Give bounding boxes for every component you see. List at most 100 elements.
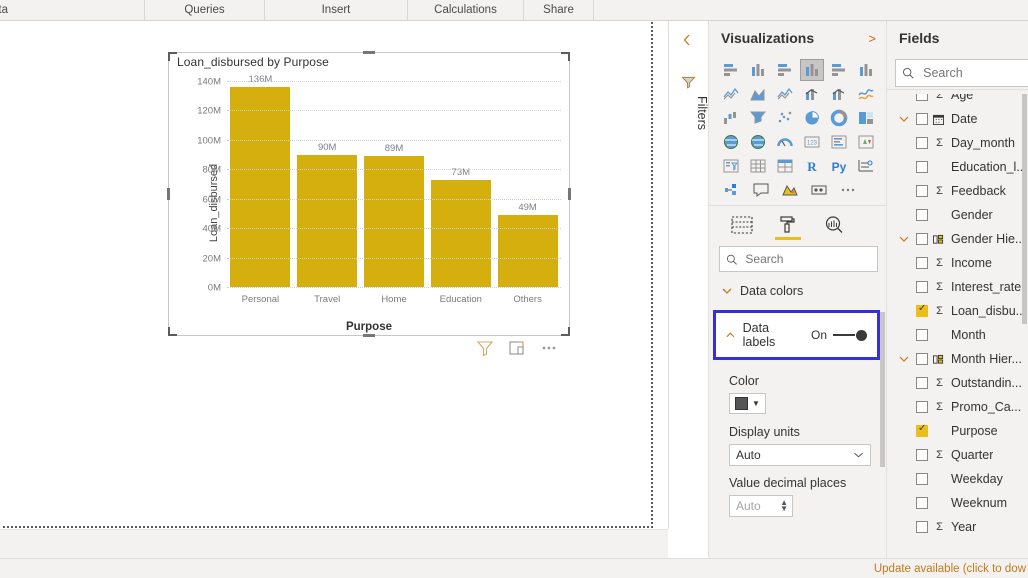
field-item-month-hier[interactable]: Month Hier...	[887, 347, 1028, 371]
field-checkbox[interactable]	[916, 94, 928, 101]
arcgis-map-icon[interactable]	[777, 179, 803, 201]
r-script-visual-icon[interactable]: R	[800, 155, 824, 177]
field-item-day-month[interactable]: ΣDay_month	[887, 131, 1028, 155]
ribbon-group-calculations[interactable]: Calculations	[408, 0, 524, 20]
display-units-select[interactable]: Auto	[729, 444, 871, 466]
qna-icon[interactable]	[748, 179, 774, 201]
field-checkbox[interactable]	[916, 233, 928, 245]
field-checkbox[interactable]	[916, 161, 928, 173]
bar-chart-visual[interactable]: Loan_disbursed by Purpose Loan_disbursed…	[168, 52, 570, 336]
filter-icon[interactable]	[476, 339, 494, 357]
resize-handle-top-left[interactable]	[168, 52, 177, 61]
funnel-chart-icon[interactable]	[746, 107, 770, 129]
fields-pane-scrollbar[interactable]	[1022, 94, 1027, 324]
python-visual-icon[interactable]: Py	[827, 155, 851, 177]
bar-column[interactable]: 89M	[364, 81, 424, 287]
data-labels-toggle[interactable]: On	[811, 328, 867, 342]
table-icon[interactable]	[746, 155, 770, 177]
fields-search-box[interactable]	[895, 59, 1028, 87]
format-section-data-labels[interactable]: Data labels On	[716, 313, 877, 357]
paginated-report-icon[interactable]	[806, 179, 832, 201]
field-item-income[interactable]: ΣIncome	[887, 251, 1028, 275]
clustered-bar-chart-icon[interactable]	[773, 59, 797, 81]
fields-tab[interactable]	[727, 212, 757, 238]
value-decimal-places-stepper[interactable]: Auto ▲ ▼	[729, 495, 793, 517]
field-item-purpose[interactable]: Purpose	[887, 419, 1028, 443]
visualizations-collapse-chevron-icon[interactable]: >	[868, 31, 876, 46]
field-item-date[interactable]: Date	[887, 107, 1028, 131]
field-item-education-l[interactable]: Education_l...	[887, 155, 1028, 179]
field-checkbox[interactable]	[916, 353, 928, 365]
resize-handle-top[interactable]	[363, 51, 375, 54]
more-visuals-icon[interactable]	[835, 179, 861, 201]
waterfall-chart-icon[interactable]	[719, 107, 743, 129]
field-checkbox[interactable]	[916, 281, 928, 293]
ribbon-group-share[interactable]: Share	[524, 0, 594, 20]
field-checkbox[interactable]	[916, 329, 928, 341]
line-clustered-column-chart-icon[interactable]	[827, 83, 851, 105]
field-checkbox[interactable]	[916, 449, 928, 461]
field-checkbox[interactable]	[916, 473, 928, 485]
update-available-link[interactable]: Update available (click to dow	[874, 563, 1026, 575]
stacked-area-chart-icon[interactable]	[773, 83, 797, 105]
report-canvas[interactable]: Loan_disbursed by Purpose Loan_disbursed…	[0, 21, 668, 529]
field-checkbox[interactable]	[916, 377, 928, 389]
line-stacked-column-chart-icon[interactable]	[800, 83, 824, 105]
stepper-down-icon[interactable]: ▼	[780, 506, 788, 512]
treemap-icon[interactable]	[854, 107, 878, 129]
stepper-arrows[interactable]: ▲ ▼	[780, 500, 788, 512]
filters-collapse-chevron-icon[interactable]	[681, 33, 693, 47]
field-checkbox[interactable]	[916, 521, 928, 533]
field-item-feedback[interactable]: ΣFeedback	[887, 179, 1028, 203]
format-search-box[interactable]	[719, 246, 878, 272]
field-item-weeknum[interactable]: Weeknum	[887, 491, 1028, 515]
pie-chart-icon[interactable]	[800, 107, 824, 129]
field-checkbox[interactable]	[916, 305, 928, 317]
bar-column[interactable]: 136M	[230, 81, 290, 287]
field-item-quarter[interactable]: ΣQuarter	[887, 443, 1028, 467]
field-item-year[interactable]: ΣYear	[887, 515, 1028, 539]
bar-column[interactable]: 73M	[431, 81, 491, 287]
bar[interactable]	[431, 180, 491, 287]
chevron-down-icon[interactable]	[899, 355, 911, 363]
slicer-icon[interactable]	[719, 155, 743, 177]
ribbon-group-data[interactable]: ata	[0, 0, 145, 20]
chevron-down-icon[interactable]: ▼	[752, 399, 760, 408]
field-checkbox[interactable]	[916, 137, 928, 149]
bar[interactable]	[498, 215, 558, 287]
gauge-icon[interactable]	[773, 131, 797, 153]
filter-funnel-icon[interactable]	[681, 75, 696, 90]
field-item-gender[interactable]: Gender	[887, 203, 1028, 227]
clustered-column-chart-icon[interactable]	[800, 59, 824, 81]
field-checkbox[interactable]	[916, 209, 928, 221]
bar[interactable]	[297, 155, 357, 287]
chevron-down-icon[interactable]	[899, 235, 911, 243]
resize-handle-top-right[interactable]	[561, 52, 570, 61]
key-influencers-icon[interactable]	[854, 155, 878, 177]
bar[interactable]	[364, 156, 424, 287]
ribbon-group-insert[interactable]: Insert	[265, 0, 408, 20]
field-item-loan-disbu[interactable]: ΣLoan_disbu...	[887, 299, 1028, 323]
format-section-data-colors[interactable]: Data colors	[709, 276, 886, 306]
card-icon[interactable]: 123	[800, 131, 824, 153]
bar-column[interactable]: 49M	[498, 81, 558, 287]
format-tab[interactable]	[773, 212, 803, 238]
donut-chart-icon[interactable]	[827, 107, 851, 129]
field-item-month[interactable]: Month	[887, 323, 1028, 347]
scatter-chart-icon[interactable]	[773, 107, 797, 129]
field-item-weekday[interactable]: Weekday	[887, 467, 1028, 491]
format-search-input[interactable]	[743, 251, 871, 267]
field-item-interest-rate[interactable]: ΣInterest_rate	[887, 275, 1028, 299]
decomposition-tree-icon[interactable]	[719, 179, 745, 201]
field-checkbox[interactable]	[916, 497, 928, 509]
hundred-stacked-column-chart-icon[interactable]	[854, 59, 878, 81]
field-checkbox[interactable]	[916, 257, 928, 269]
format-pane-scrollbar[interactable]	[880, 312, 885, 467]
field-checkbox[interactable]	[916, 401, 928, 413]
field-item-gender-hie[interactable]: Gender Hie...	[887, 227, 1028, 251]
field-checkbox[interactable]	[916, 185, 928, 197]
more-options-icon[interactable]	[540, 339, 558, 357]
hundred-stacked-bar-chart-icon[interactable]	[827, 59, 851, 81]
ribbon-chart-icon[interactable]	[854, 83, 878, 105]
ribbon-group-queries[interactable]: Queries	[145, 0, 265, 20]
